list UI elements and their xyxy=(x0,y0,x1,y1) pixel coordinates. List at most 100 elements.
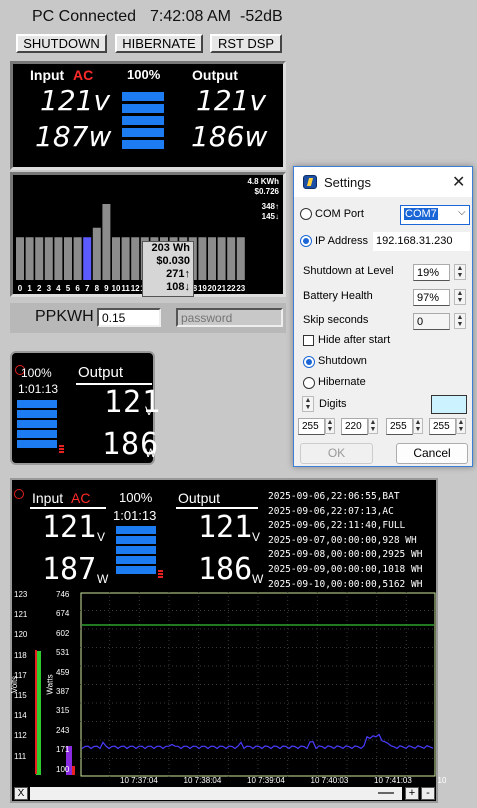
mini-battery-bar xyxy=(17,400,64,458)
hour-bar[interactable] xyxy=(131,237,140,280)
event-log: 2025-09-06,22:06:55,BAT 2025-09-06,22:07… xyxy=(268,490,436,592)
hourly-usage-panel: 01234567891011121314151617181920212223 4… xyxy=(10,172,286,297)
battery-health-input[interactable]: 97% xyxy=(413,289,450,306)
volts-level-red xyxy=(35,650,37,774)
hour-bar[interactable] xyxy=(112,237,120,280)
settings-title: Settings xyxy=(324,175,371,190)
shutdown-radio[interactable] xyxy=(303,356,315,368)
digits-label: Digits xyxy=(319,398,347,410)
digits-spinner[interactable]: ▲ ▼ xyxy=(302,396,314,412)
mini-percent: 100% xyxy=(21,366,52,380)
hour-label: 22 xyxy=(227,284,236,293)
graph-scrollbar[interactable] xyxy=(30,787,402,800)
shutdown-level-label: Shutdown at Level xyxy=(303,265,394,277)
close-icon[interactable]: ✕ xyxy=(452,172,465,192)
battery-health-spinner[interactable]: ▲ ▼ xyxy=(454,289,466,305)
tooltip-min: 108↓ xyxy=(166,281,190,293)
daily-kwh: 4.8 KWh xyxy=(247,177,279,186)
battery-level-bar xyxy=(122,92,164,154)
scrollbar-thumb[interactable] xyxy=(378,792,394,794)
cancel-button[interactable]: Cancel xyxy=(396,443,468,464)
color-red-spinner[interactable]: ▲ ▼ xyxy=(325,418,335,434)
hour-label: 7 xyxy=(85,284,90,293)
shutdown-button[interactable]: SHUTDOWN xyxy=(16,34,107,53)
hour-label: 19 xyxy=(198,284,207,293)
hour-bar[interactable] xyxy=(54,237,63,280)
shutdown-level-input[interactable]: 19% xyxy=(413,264,450,281)
log-entry: 2025-09-08,00:00:00,2925 WH xyxy=(268,549,423,561)
time-tick: 10 7:37:04 xyxy=(120,776,158,785)
ip-address-input[interactable]: 192.168.31.230 xyxy=(373,232,470,251)
mini-volts-unit: V xyxy=(145,404,154,418)
volts-tick: 120 xyxy=(14,630,28,640)
com-port-select[interactable]: COM7 ⌵ xyxy=(400,205,470,225)
color-alpha-input[interactable]: 255 xyxy=(429,418,456,435)
big-monitor-window: Input AC 100% 1:01:13 Output 121 V 187 W… xyxy=(10,478,446,803)
hour-bar[interactable] xyxy=(73,237,82,280)
status-bar: PC Connected 7:42:08 AM -52dB xyxy=(12,6,284,28)
hour-bar[interactable] xyxy=(64,237,72,280)
password-input[interactable] xyxy=(176,308,283,327)
big-output-volts-unit: V xyxy=(252,530,261,544)
hour-bar[interactable] xyxy=(25,237,34,280)
big-output-underline xyxy=(176,507,258,509)
ppkwh-input[interactable] xyxy=(97,308,161,327)
time-tick: 10 7:40:03 xyxy=(310,776,349,785)
hour-label: 2 xyxy=(37,284,42,293)
com-port-radio[interactable] xyxy=(300,208,312,220)
watts-tick: 100 xyxy=(56,764,70,774)
hour-bar[interactable] xyxy=(102,204,111,280)
hour-bar[interactable] xyxy=(44,237,53,280)
skip-seconds-spinner[interactable]: ▲ ▼ xyxy=(454,313,466,329)
color-red-input[interactable]: 255 xyxy=(298,418,325,435)
ok-button[interactable]: OK xyxy=(300,443,373,464)
zoom-in-label: + xyxy=(408,787,416,799)
hibernate-button[interactable]: HIBERNATE xyxy=(115,34,203,53)
color-alpha-spinner[interactable]: ▲ ▼ xyxy=(456,418,466,434)
hour-bar[interactable] xyxy=(227,237,236,280)
output-label: Output xyxy=(192,67,238,83)
hour-bar[interactable] xyxy=(92,227,101,280)
hour-bar[interactable] xyxy=(198,237,207,280)
hide-after-start-checkbox[interactable] xyxy=(303,335,314,346)
skip-seconds-input[interactable]: 0 xyxy=(413,313,450,330)
ip-address-label: IP Address xyxy=(315,235,368,247)
color-green-input[interactable]: 220 xyxy=(341,418,368,435)
time-tick: 10 7:38:04 xyxy=(183,776,222,785)
settings-titlebar: Settings ✕ xyxy=(294,167,472,197)
volts-tick: 118 xyxy=(14,650,27,660)
time-tick: 10 7:41:03 xyxy=(374,776,412,785)
hour-bar[interactable] xyxy=(16,237,24,280)
mini-charging-indicator xyxy=(59,445,64,454)
watts-axis-label: Watts xyxy=(45,674,55,695)
hour-tooltip: 203 Wh $0.030 271↑ 108↓ xyxy=(142,241,194,297)
log-entry: 2025-09-06,22:11:40,FULL xyxy=(268,520,406,532)
com-port-label: COM Port xyxy=(315,208,364,220)
hibernate-radio[interactable] xyxy=(303,377,315,389)
ip-address-radio[interactable] xyxy=(300,235,312,247)
color-blue-spinner[interactable]: ▲ ▼ xyxy=(413,418,423,434)
hour-bar[interactable] xyxy=(217,237,226,280)
shutdown-level-spinner[interactable]: ▲ ▼ xyxy=(454,264,466,280)
close-graph-button[interactable]: X xyxy=(14,787,28,800)
shutdown-radio-label: Shutdown xyxy=(318,355,367,367)
watts-tick: 315 xyxy=(56,706,70,716)
digits-color-swatch[interactable] xyxy=(431,395,467,414)
skip-seconds-label: Skip seconds xyxy=(303,314,369,326)
zoom-in-button[interactable]: + xyxy=(405,787,419,800)
hour-bar[interactable] xyxy=(83,237,92,280)
zoom-out-button[interactable]: - xyxy=(421,787,435,800)
color-blue-input[interactable]: 255 xyxy=(386,418,413,435)
hourly-max: 348↑ xyxy=(261,202,279,211)
color-green-spinner[interactable]: ▲ ▼ xyxy=(368,418,378,434)
volts-tick: 115 xyxy=(14,691,27,700)
reset-display-button[interactable]: RST DSP xyxy=(210,34,282,53)
big-input-label: Input xyxy=(32,490,64,506)
hour-label: 8 xyxy=(95,284,100,293)
hour-bar[interactable] xyxy=(121,237,130,280)
time-tick: 10 7:39:04 xyxy=(247,776,285,785)
hour-bar[interactable] xyxy=(35,237,44,280)
hour-bar[interactable] xyxy=(236,237,245,280)
big-ac-indicator: AC xyxy=(71,490,91,506)
hour-bar[interactable] xyxy=(208,237,216,280)
